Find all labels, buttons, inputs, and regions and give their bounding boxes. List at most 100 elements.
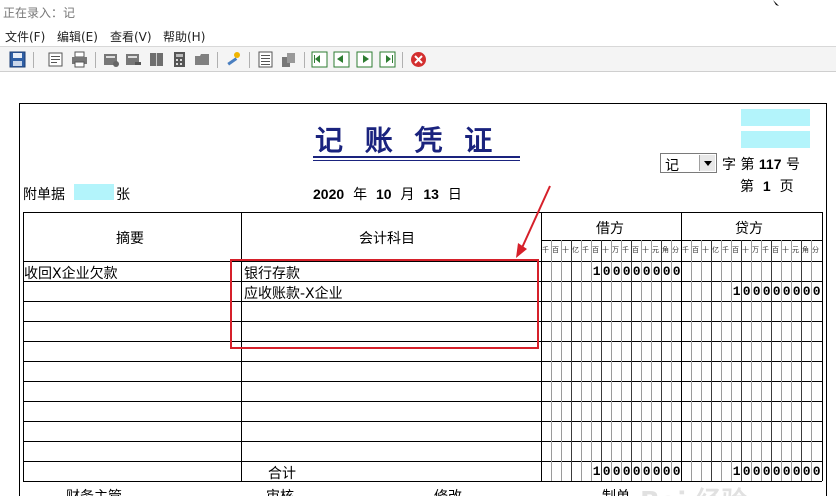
row-line [23, 461, 822, 462]
digit-column-line [721, 240, 722, 481]
credit-digit-label: 百 [772, 246, 779, 254]
last-icon[interactable] [379, 51, 396, 68]
first-icon[interactable] [311, 51, 328, 68]
annotation-arrow-icon [516, 185, 551, 258]
footer-modify: 修改 [434, 486, 462, 496]
voucher-canvas: 记 账 凭 证 记 字 第 117 号 第 1 页 附单据 张 2020 年 1… [0, 73, 836, 496]
save-icon[interactable] [9, 51, 26, 68]
total-debit-amount: 0 [602, 464, 612, 479]
debit-amount: 0 [602, 264, 612, 279]
debit-digit-label: 千 [622, 246, 629, 254]
print-icon[interactable] [71, 51, 88, 68]
digit-column-line [551, 240, 552, 481]
preview-icon[interactable] [47, 51, 64, 68]
digit-column-line [751, 240, 752, 481]
mouse-cursor-icon [773, 0, 779, 6]
calculator-icon[interactable] [171, 51, 188, 68]
credit-digit-label: 千 [762, 246, 769, 254]
title-underline [313, 156, 520, 158]
credit-digit-label: 亿 [712, 246, 719, 254]
total-debit-amount: 0 [642, 464, 652, 479]
total-credit-amount: 0 [782, 464, 792, 479]
debit-digit-label: 十 [562, 246, 569, 254]
digit-column-line [811, 240, 812, 481]
total-credit-amount: 0 [742, 464, 752, 479]
total-debit-amount: 0 [672, 464, 682, 479]
highlight-box [230, 259, 539, 349]
next-icon[interactable] [356, 51, 373, 68]
credit-amount: 0 [772, 284, 782, 299]
debit-digit-label: 十 [602, 246, 609, 254]
credit-digit-label: 千 [682, 246, 689, 254]
row-line [23, 401, 822, 402]
folder-icon[interactable] [194, 51, 211, 68]
list-icon[interactable] [257, 51, 274, 68]
footer-preparer: 制单 [602, 486, 630, 496]
credit-digit-label: 百 [692, 246, 699, 254]
debit-amount: 0 [662, 264, 672, 279]
debit-amount: 1 [592, 264, 602, 279]
title-bar: 正在录入：记 [0, 0, 836, 24]
digit-column-line [791, 240, 792, 481]
credit-amount: 0 [742, 284, 752, 299]
attachment-count-field[interactable] [74, 184, 114, 200]
total-debit-amount: 0 [612, 464, 622, 479]
insert-row-icon[interactable] [103, 51, 120, 68]
debit-digit-label: 千 [582, 246, 589, 254]
footer-review: 审核 [266, 486, 294, 496]
digit-column-line [571, 240, 572, 481]
toolbar [0, 46, 836, 72]
credit-digit-label: 角 [802, 246, 809, 254]
menu-help[interactable]: 帮助(H) [163, 28, 205, 45]
digit-column-line [711, 240, 712, 481]
column-credit-header: 贷方 [735, 221, 763, 237]
menu-edit[interactable]: 编辑(E) [57, 28, 98, 45]
total-label: 合计 [268, 466, 296, 482]
cyan-field-2[interactable] [741, 131, 810, 148]
wizard-icon[interactable] [225, 51, 242, 68]
voucher-date: 2020 年 10 月 13 日 [313, 186, 462, 203]
debit-amount: 0 [652, 264, 662, 279]
debit-amount: 0 [622, 264, 632, 279]
chevron-down-icon[interactable] [699, 155, 715, 171]
debit-digit-label: 万 [612, 246, 619, 254]
total-debit-amount: 0 [662, 464, 672, 479]
close-icon[interactable] [410, 51, 427, 68]
total-credit-amount: 0 [752, 464, 762, 479]
credit-digit-label: 元 [792, 246, 799, 254]
voucher-title: 记 账 凭 证 [315, 124, 499, 157]
digit-column-line [701, 240, 702, 481]
menu-view[interactable]: 查看(V) [110, 28, 152, 45]
debit-digit-label: 百 [632, 246, 639, 254]
debit-digit-label: 十 [642, 246, 649, 254]
row-line [23, 441, 822, 442]
delete-row-icon[interactable] [125, 51, 142, 68]
cyan-field-1[interactable] [741, 109, 810, 126]
credit-amount: 0 [812, 284, 822, 299]
voucher-page: 第 1 页 [740, 178, 794, 195]
credit-digit-label: 十 [782, 246, 789, 254]
table-bottom-border [23, 481, 822, 482]
menu-file[interactable]: 文件(F) [5, 28, 45, 45]
total-credit-amount: 1 [732, 464, 742, 479]
digit-column-line [741, 240, 742, 481]
attachment-count: 附单据 [23, 187, 65, 203]
total-credit-amount: 0 [802, 464, 812, 479]
credit-digit-label: 千 [722, 246, 729, 254]
total-credit-amount: 0 [762, 464, 772, 479]
digit-column-line [691, 240, 692, 481]
debit-amount: 0 [642, 264, 652, 279]
total-credit-amount: 0 [792, 464, 802, 479]
debit-digit-label: 角 [662, 246, 669, 254]
total-credit-amount: 0 [772, 464, 782, 479]
total-debit-amount: 0 [622, 464, 632, 479]
debit-amount: 0 [612, 264, 622, 279]
paste-icon[interactable] [280, 51, 297, 68]
credit-digit-label: 十 [702, 246, 709, 254]
prev-icon[interactable] [333, 51, 350, 68]
voucher-type-select[interactable]: 记 [660, 153, 717, 174]
column-summary-header: 摘要 [116, 231, 144, 247]
attachment-suffix: 张 [116, 187, 130, 203]
book-icon[interactable] [148, 51, 165, 68]
credit-digit-label: 十 [742, 246, 749, 254]
